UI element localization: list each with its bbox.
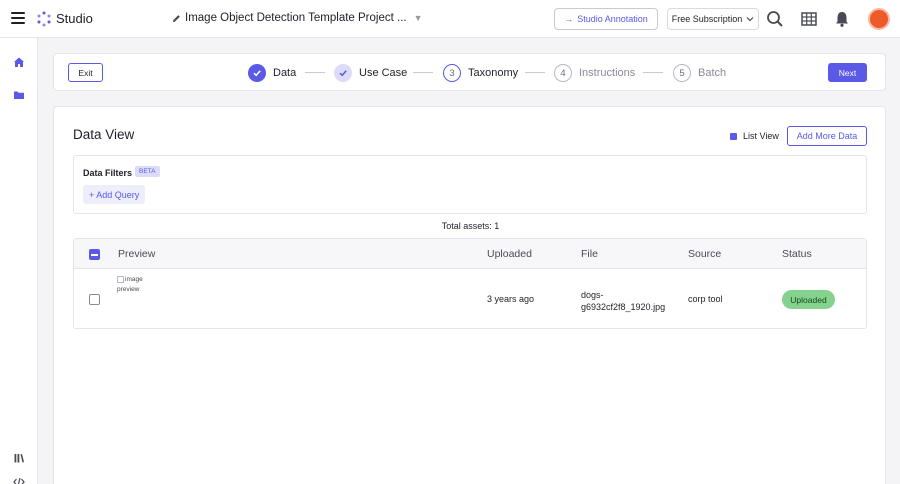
step-connector [305,72,325,73]
step-number: 5 [673,64,691,82]
step-label: Use Case [359,67,408,79]
left-rail [0,38,38,484]
studio-annotation-label: Studio Annotation [577,14,648,24]
total-assets: Total assets: 1 [441,221,500,231]
column-header-file[interactable]: File [581,248,598,260]
menu-icon[interactable] [11,12,25,26]
bell-icon[interactable] [833,10,851,28]
list-view-label: List View [743,131,779,141]
column-header-uploaded[interactable]: Uploaded [487,248,532,260]
assets-table: Preview Uploaded File Source Status imag… [73,238,867,329]
step-connector [643,72,663,73]
image-preview[interactable]: image preview [117,275,157,296]
pencil-icon [172,14,180,22]
library-icon[interactable] [13,452,25,464]
column-header-preview[interactable]: Preview [118,248,155,260]
user-avatar[interactable] [868,8,890,30]
arrow-right-icon: → [564,14,574,24]
project-title-text: Image Object Detection Template Project … [185,12,407,24]
file-name-part: dogs- [581,290,604,300]
subscription-dropdown[interactable]: Free Subscription [667,8,759,30]
brand-name: Studio [56,11,93,26]
folder-icon[interactable] [13,89,25,101]
exit-button[interactable]: Exit [68,63,103,82]
checkbox-icon [730,132,737,140]
beta-badge: BETA [135,166,160,177]
table-header: Preview Uploaded File Source Status [74,239,866,269]
check-icon [334,64,352,82]
apps-grid-icon[interactable] [800,10,818,28]
code-icon[interactable] [13,476,25,484]
step-label: Batch [698,67,727,79]
add-more-data-button[interactable]: Add More Data [787,126,867,146]
select-all-checkbox[interactable] [89,249,100,260]
column-header-status[interactable]: Status [782,248,812,260]
step-number: 4 [554,64,572,82]
studio-logo-icon [37,11,51,27]
data-filters: Data Filters BETA + Add Query [73,155,867,214]
status-badge: Uploaded [782,290,835,309]
home-icon[interactable] [13,56,25,68]
step-taxonomy[interactable]: 3 Taxonomy [443,63,518,83]
source-cell: corp tool [688,294,723,304]
chevron-down-icon [746,17,754,22]
top-bar: Studio Image Object Detection Template P… [0,0,900,38]
check-icon [248,64,266,82]
column-header-source[interactable]: Source [688,248,721,260]
studio-annotation-button[interactable]: → Studio Annotation [554,8,658,30]
file-cell: dogs- g6932cf2f8_1920.jpg [581,289,665,313]
step-data[interactable]: Data [248,63,296,83]
pin-icon[interactable]: ▼ [414,13,423,23]
page-title: Data View [73,127,135,142]
row-checkbox[interactable] [89,294,100,305]
data-view-panel: Data View List View Add More Data Data F… [53,106,886,484]
subscription-label: Free Subscription [671,14,743,24]
step-number: 3 [443,64,461,82]
step-use-case[interactable]: Use Case [334,63,407,83]
step-connector [413,72,433,73]
add-query-button[interactable]: + Add Query [83,185,146,204]
filters-label: Data Filters [83,168,133,178]
file-name-part: g6932cf2f8_1920.jpg [581,302,666,313]
setup-stepper: Exit Data Use Case 3 Taxonomy 4 Instruct… [53,53,886,91]
step-label: Instructions [579,67,636,79]
uploaded-cell: 3 years ago [487,294,535,304]
step-label: Taxonomy [468,67,519,79]
broken-image-icon [117,275,124,283]
step-batch[interactable]: 5 Batch [673,63,726,83]
next-button[interactable]: Next [828,63,867,82]
project-title[interactable]: Image Object Detection Template Project … [172,12,423,24]
step-connector [525,72,545,73]
list-view-toggle[interactable]: List View [730,131,779,141]
search-icon[interactable] [766,10,784,28]
step-label: Data [273,67,297,79]
step-instructions[interactable]: 4 Instructions [554,63,635,83]
